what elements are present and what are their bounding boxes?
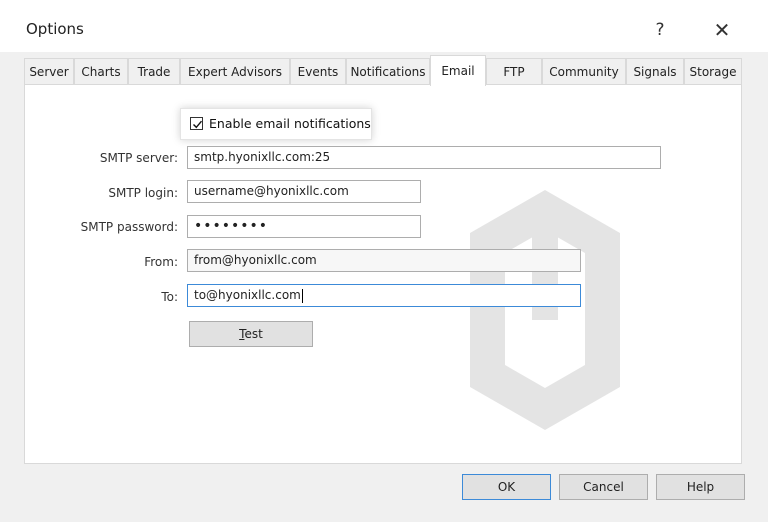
to-label: To: — [161, 290, 178, 304]
tab-email[interactable]: Email — [430, 55, 486, 86]
to-input[interactable]: to@hyonixllc.com — [187, 284, 581, 307]
smtp-login-label: SMTP login: — [108, 186, 178, 200]
help-button[interactable]: Help — [656, 474, 745, 500]
tab-storage[interactable]: Storage — [684, 58, 742, 84]
tab-trade[interactable]: Trade — [128, 58, 180, 84]
tab-charts[interactable]: Charts — [74, 58, 128, 84]
from-input[interactable]: from@hyonixllc.com — [187, 249, 581, 272]
text-caret — [301, 288, 303, 303]
window-title: Options — [26, 20, 84, 38]
tab-expert-advisors[interactable]: Expert Advisors — [180, 58, 290, 84]
from-label: From: — [144, 255, 178, 269]
tab-strip: Server Charts Trade Expert Advisors Even… — [24, 55, 744, 86]
tab-community[interactable]: Community — [542, 58, 626, 84]
ok-button[interactable]: OK — [462, 474, 551, 500]
test-button[interactable]: Test — [189, 321, 313, 347]
checkbox-check-icon[interactable] — [190, 117, 203, 130]
tab-server[interactable]: Server — [24, 58, 74, 84]
tab-signals[interactable]: Signals — [626, 58, 684, 84]
close-icon[interactable]: ✕ — [702, 14, 742, 46]
tab-notifications[interactable]: Notifications — [346, 58, 430, 84]
smtp-server-label: SMTP server: — [99, 151, 178, 165]
smtp-password-label: SMTP password: — [80, 220, 178, 234]
help-icon[interactable]: ? — [640, 14, 680, 46]
logo-watermark-icon — [470, 190, 620, 430]
smtp-login-input[interactable]: username@hyonixllc.com — [187, 180, 421, 203]
email-tab-panel — [24, 84, 742, 464]
enable-email-checkbox[interactable]: Enable email notifications — [180, 108, 372, 140]
cancel-button[interactable]: Cancel — [559, 474, 648, 500]
tab-events[interactable]: Events — [290, 58, 346, 84]
smtp-password-input[interactable]: •••••••• — [187, 215, 421, 238]
smtp-server-input[interactable]: smtp.hyonixllc.com:25 — [187, 146, 661, 169]
title-bar: Options ? ✕ — [0, 0, 768, 52]
tab-ftp[interactable]: FTP — [486, 58, 542, 84]
to-input-value: to@hyonixllc.com — [194, 288, 301, 302]
enable-email-label: Enable email notifications — [209, 116, 371, 131]
